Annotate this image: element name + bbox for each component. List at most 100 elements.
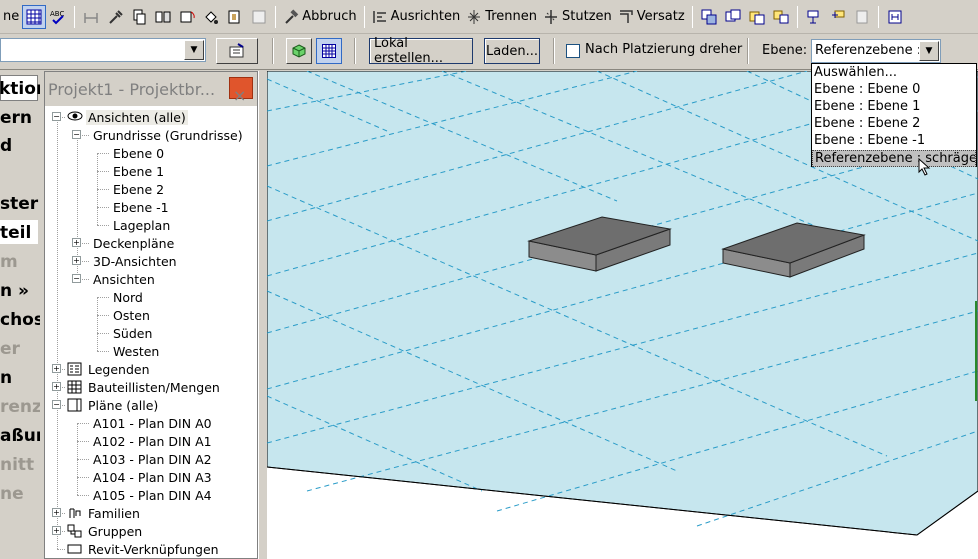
expand-icon[interactable]: +: [52, 364, 61, 373]
window-tile-button[interactable]: [721, 5, 745, 29]
design-option-button[interactable]: [802, 5, 826, 29]
tree-node[interactable]: 3D-Ansichten: [91, 252, 179, 270]
toolbar-left-label[interactable]: ne: [0, 5, 22, 29]
grid-toggle-button[interactable]: [22, 4, 47, 29]
tree-line: [77, 423, 89, 424]
ebene-option[interactable]: Ebene : Ebene 2: [812, 116, 976, 133]
panel-splitter[interactable]: [258, 71, 267, 559]
tree-node[interactable]: A104 - Plan DIN A3: [91, 468, 214, 486]
design-bar-item[interactable]: teil: [0, 223, 31, 243]
ebene-option[interactable]: Ebene : Ebene -1: [812, 133, 976, 150]
workset-button[interactable]: [883, 5, 907, 29]
tree-node[interactable]: Pläne (alle): [67, 396, 160, 414]
dimension-button[interactable]: [79, 5, 103, 29]
design-bar-item[interactable]: ster: [0, 194, 38, 214]
ebene-select[interactable]: Referenzebene : ▼: [811, 39, 941, 63]
rotate-after-placement-checkbox[interactable]: [566, 44, 580, 58]
design-bar-item[interactable]: nitt: [0, 455, 34, 475]
rotate-button[interactable]: [175, 5, 199, 29]
design-bar-item[interactable]: n »: [0, 281, 29, 301]
design-bar-item[interactable]: renz: [0, 397, 40, 417]
expand-icon[interactable]: +: [72, 238, 81, 247]
laden-button[interactable]: Laden...: [484, 38, 540, 64]
tree-node[interactable]: Legenden: [67, 360, 152, 378]
tree-node[interactable]: Westen: [111, 342, 161, 360]
expand-icon[interactable]: +: [52, 382, 61, 391]
window-arrange-button[interactable]: [769, 5, 793, 29]
tree-node[interactable]: Ebene -1: [111, 198, 171, 216]
ebene-option[interactable]: Ebene : Ebene 1: [812, 99, 976, 116]
tree-node[interactable]: Ansichten (alle): [67, 108, 188, 126]
design-bar-item[interactable]: aßur: [0, 426, 40, 446]
stutzen-button[interactable]: Stutzen: [540, 5, 615, 29]
tree-node[interactable]: Ebene 2: [111, 180, 166, 198]
properties-button[interactable]: [216, 38, 258, 64]
tree-node[interactable]: Familien: [67, 504, 142, 522]
ebene-option[interactable]: Referenzebene : schräge: [812, 150, 976, 167]
tree-node[interactable]: Deckenpläne: [91, 234, 176, 252]
ebene-option[interactable]: Ebene : Ebene 0: [812, 82, 976, 99]
array-button[interactable]: [223, 5, 247, 29]
eyedropper-icon: [109, 9, 123, 24]
tree-node[interactable]: Ebene 0: [111, 144, 166, 162]
design-bar-item[interactable]: n: [0, 368, 12, 388]
tree-node[interactable]: A102 - Plan DIN A1: [91, 432, 214, 450]
design-bar-item[interactable]: ern: [0, 108, 32, 128]
mirror-button[interactable]: [151, 5, 175, 29]
tree-node[interactable]: Ebene 1: [111, 162, 166, 180]
spellcheck-button[interactable]: ABC: [46, 5, 70, 29]
tree-node[interactable]: Lageplan: [111, 216, 172, 234]
tree-node[interactable]: Gruppen: [67, 522, 144, 540]
expand-icon[interactable]: +: [52, 508, 61, 517]
tree-node[interactable]: A101 - Plan DIN A0: [91, 414, 214, 432]
collapse-icon[interactable]: −: [52, 112, 61, 121]
chevron-down-icon[interactable]: ▼: [919, 41, 939, 61]
tree-node[interactable]: Grundrisse (Grundrisse): [91, 126, 245, 144]
design-bar-item[interactable]: ne: [0, 484, 24, 504]
close-button[interactable]: ×: [229, 77, 253, 105]
type-selector[interactable]: ▼: [0, 38, 206, 62]
lokal-erstellen-button[interactable]: Lokal erstellen...: [369, 36, 473, 66]
tree-line: [97, 297, 109, 298]
collapse-icon[interactable]: −: [72, 274, 81, 283]
collapse-icon[interactable]: −: [52, 400, 61, 409]
ebene-dropdown-list: Auswählen... Ebene : Ebene 0 Ebene : Ebene…: [811, 63, 977, 176]
group-button[interactable]: [247, 5, 271, 29]
collapse-icon[interactable]: −: [72, 130, 81, 139]
design-bar-item[interactable]: er: [0, 339, 20, 359]
chevron-down-icon[interactable]: ▼: [184, 40, 204, 60]
expand-icon[interactable]: +: [52, 526, 61, 535]
tree-node[interactable]: A103 - Plan DIN A2: [91, 450, 214, 468]
tree-node[interactable]: Ansichten: [91, 270, 157, 288]
abbruch-button[interactable]: Abbruch: [280, 5, 359, 29]
tree-node-label: Ebene 0: [113, 145, 165, 161]
ebene-option[interactable]: Auswählen...: [812, 65, 976, 82]
design-bar-item[interactable]: m: [0, 252, 18, 272]
abbruch-label: Abbruch: [302, 9, 357, 24]
trennen-button[interactable]: Trennen: [463, 5, 540, 29]
window-cascade-button[interactable]: [697, 5, 721, 29]
tree-node[interactable]: Nord: [111, 288, 145, 306]
design-bar-item[interactable]: ktion: [0, 79, 40, 99]
pick-button[interactable]: [103, 5, 127, 29]
ebene-select-value: Referenzebene :: [815, 43, 919, 58]
window-folder-button[interactable]: [745, 5, 769, 29]
tree-node[interactable]: Revit-Verknüpfungen: [67, 540, 221, 558]
paint-button[interactable]: [199, 5, 223, 29]
versatz-button[interactable]: Versatz: [615, 5, 688, 29]
tree-node[interactable]: A105 - Plan DIN A4: [91, 486, 214, 504]
3d-view-button[interactable]: [286, 38, 312, 64]
expand-icon[interactable]: +: [72, 256, 81, 265]
option-add-button[interactable]: [826, 5, 850, 29]
tree-node[interactable]: Osten: [111, 306, 152, 324]
tree-node[interactable]: Bauteillisten/Mengen: [67, 378, 222, 396]
workplane-grid-button[interactable]: [316, 38, 342, 64]
tree-line: [97, 153, 98, 225]
ausrichten-button[interactable]: Ausrichten: [369, 5, 464, 29]
design-bar-item[interactable]: chos: [0, 310, 40, 330]
toolbar-separator: [796, 5, 798, 28]
copy-button[interactable]: [127, 5, 151, 29]
option-disabled-button[interactable]: [850, 5, 874, 29]
tree-node[interactable]: Süden: [111, 324, 154, 342]
design-bar-item[interactable]: d: [0, 136, 12, 156]
